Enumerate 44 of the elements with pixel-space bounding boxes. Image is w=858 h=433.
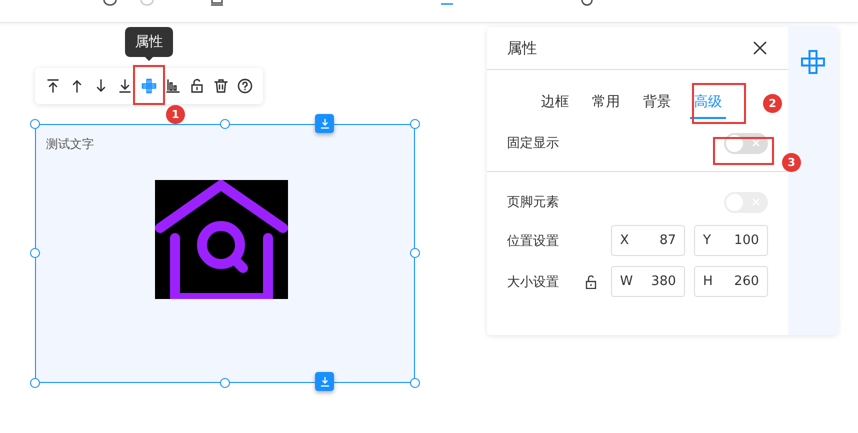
bar-chart-icon (165, 78, 181, 94)
number-field[interactable]: X 87 (611, 225, 685, 256)
highlight-frame (713, 137, 774, 165)
step-badge: 1 (166, 105, 185, 124)
padlock-icon (189, 78, 205, 94)
arrow-to-top-icon (45, 78, 61, 94)
cross-mark-icon (751, 138, 761, 148)
number-field[interactable]: H 260 (694, 266, 768, 297)
resize-handle[interactable] (30, 248, 40, 258)
resize-handle[interactable] (410, 119, 420, 129)
toggle-switch[interactable] (724, 132, 768, 154)
help-icon (237, 78, 253, 94)
download-icon (320, 118, 330, 128)
setting-label: 固定显示 (507, 135, 560, 152)
setting-label: 位置设置 (507, 232, 560, 250)
resize-handle[interactable] (220, 378, 230, 388)
tab[interactable]: 背景 (639, 91, 675, 119)
padlock-icon[interactable] (585, 274, 597, 288)
tooltip: 属性 (125, 27, 173, 57)
setting-label: 大小设置 (507, 274, 560, 290)
download-icon (320, 376, 330, 386)
element-text: 测试文字 (46, 136, 94, 153)
highlight-frame (692, 83, 746, 124)
cross-icon[interactable] (800, 49, 826, 75)
setting-label: 页脚元素 (507, 194, 560, 211)
arrow-to-bottom-icon (117, 78, 133, 94)
trash-icon (213, 78, 229, 94)
resize-handle[interactable] (30, 119, 40, 129)
download-button[interactable] (315, 114, 334, 133)
number-field[interactable]: Y 100 (694, 225, 768, 256)
canvas-element[interactable]: 测试文字 (35, 124, 415, 383)
highlight-frame (133, 65, 165, 105)
tray-icon[interactable] (210, 0, 224, 6)
resize-handle[interactable] (410, 248, 420, 258)
number-field[interactable]: W 380 (611, 266, 685, 297)
resize-handle[interactable] (220, 119, 230, 129)
close-icon[interactable] (752, 40, 768, 56)
tab[interactable]: 边框 (537, 91, 573, 119)
resize-handle[interactable] (410, 378, 420, 388)
tab[interactable]: 常用 (588, 91, 624, 119)
panel-title: 属性 (507, 38, 537, 58)
cross-icon (141, 78, 157, 94)
resize-handle[interactable] (30, 378, 40, 388)
download-button[interactable] (315, 372, 334, 391)
